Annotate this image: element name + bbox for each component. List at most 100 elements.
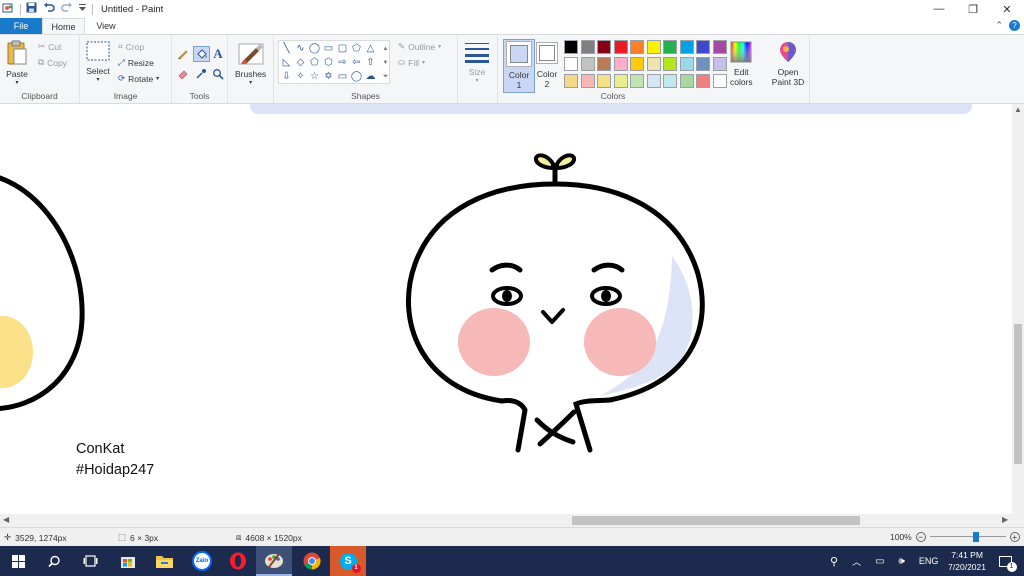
paint-brush-icon[interactable] (256, 546, 292, 576)
shapes-scroll-up-icon[interactable]: ▲ (379, 42, 392, 55)
crop-button[interactable]: ⌗ Crop (118, 41, 144, 52)
shapes-more-icon[interactable]: ⏷ (379, 70, 392, 83)
palette-swatch[interactable] (679, 74, 694, 88)
palette-swatch[interactable] (580, 40, 595, 54)
undo-icon[interactable] (43, 2, 55, 16)
rotate-button[interactable]: ⟳ Rotate ▾ (118, 73, 159, 84)
close-button[interactable]: ✕ (990, 0, 1024, 18)
color2-button[interactable]: Color 2 (536, 39, 558, 89)
text-tool-icon[interactable]: A (211, 46, 225, 61)
drawing-canvas[interactable]: ConKat #Hoidap247 (0, 104, 1012, 514)
shapes-scroll-down-icon[interactable]: ▼ (379, 56, 392, 69)
color1-button[interactable]: Color 1 (503, 39, 535, 93)
pencil-icon[interactable] (176, 47, 190, 61)
palette-swatch[interactable] (630, 57, 644, 71)
palette-swatch[interactable] (679, 40, 694, 54)
palette-swatch[interactable] (597, 40, 611, 54)
scroll-left-arrow-icon[interactable]: ◀ (3, 515, 9, 524)
search-icon[interactable] (36, 546, 72, 576)
zoom-slider[interactable] (929, 532, 1006, 542)
palette-swatch[interactable] (613, 57, 628, 71)
people-icon[interactable]: ⚲ (830, 555, 838, 568)
eraser-icon[interactable] (176, 67, 190, 81)
brushes-button[interactable]: Brushes ▾ (235, 40, 266, 86)
vertical-scrollbar[interactable]: ▲ (1012, 104, 1024, 514)
rounded-rectangle-shape-icon[interactable]: ▢ (336, 42, 349, 55)
zoom-slider-thumb[interactable] (973, 532, 980, 542)
palette-swatch[interactable] (580, 74, 595, 88)
diamond-shape-icon[interactable]: ◇ (294, 56, 307, 69)
palette-swatch[interactable] (712, 40, 727, 54)
palette-swatch[interactable] (646, 40, 661, 54)
oval-shape-icon[interactable]: ◯ (308, 42, 321, 55)
palette-swatch[interactable] (630, 74, 644, 88)
palette-swatch[interactable] (663, 40, 677, 54)
maximize-button[interactable]: ❐ (956, 0, 990, 18)
customize-icon[interactable] (79, 3, 86, 15)
help-icon[interactable]: ? (1009, 20, 1020, 31)
down-arrow-shape-icon[interactable]: ⇩ (280, 70, 293, 83)
four-point-star-shape-icon[interactable]: ✧ (294, 70, 307, 83)
task-view-icon[interactable] (72, 546, 108, 576)
outline-button[interactable]: ✎ Outline ▾ (398, 41, 441, 52)
triangle-shape-icon[interactable]: △ (364, 42, 377, 55)
fill-button[interactable]: ⛀ Fill ▾ (398, 57, 425, 68)
palette-swatch[interactable] (580, 57, 595, 71)
palette-swatch[interactable] (597, 74, 611, 88)
skype-icon[interactable]: S1 (330, 546, 366, 576)
palette-swatch[interactable] (564, 40, 578, 54)
palette-swatch[interactable] (646, 74, 661, 88)
copy-button[interactable]: ⧉ Copy (38, 57, 67, 68)
palette-swatch[interactable] (646, 57, 661, 71)
palette-swatch[interactable] (630, 40, 644, 54)
zoom-in-icon[interactable]: + (1009, 532, 1020, 542)
palette-swatch[interactable] (663, 57, 677, 71)
palette-swatch[interactable] (613, 40, 628, 54)
palette-swatch[interactable] (564, 74, 578, 88)
fill-bucket-icon[interactable] (193, 46, 210, 62)
palette-swatch[interactable] (696, 74, 710, 88)
size-button[interactable]: Size ▾ (464, 41, 490, 84)
volume-icon[interactable]: 🕪 (899, 556, 905, 567)
file-explorer-icon[interactable] (146, 546, 182, 576)
line-shape-icon[interactable]: ╲ (280, 42, 293, 55)
scroll-up-arrow-icon[interactable]: ▲ (1014, 105, 1022, 114)
windows-start-icon[interactable] (0, 546, 36, 576)
oval-callout-shape-icon[interactable]: ◯ (350, 70, 363, 83)
polygon-shape-icon[interactable]: ⬠ (350, 42, 363, 55)
resize-button[interactable]: ⤢ Resize (118, 57, 154, 68)
magnifier-icon[interactable] (211, 67, 225, 81)
right-arrow-shape-icon[interactable]: ⇨ (336, 56, 349, 69)
palette-swatch[interactable] (613, 74, 628, 88)
show-hidden-icons-icon[interactable]: ︿ (852, 555, 861, 568)
palette-swatch[interactable] (696, 57, 710, 71)
rectangle-shape-icon[interactable]: ▭ (322, 42, 335, 55)
pentagon-shape-icon[interactable]: ⬠ (308, 56, 321, 69)
left-arrow-shape-icon[interactable]: ⇦ (350, 56, 363, 69)
right-triangle-shape-icon[interactable]: ◺ (280, 56, 293, 69)
language-indicator[interactable]: ENG (919, 556, 939, 566)
rounded-callout-shape-icon[interactable]: ▭ (336, 70, 349, 83)
scroll-right-arrow-icon[interactable]: ▶ (1002, 515, 1008, 524)
palette-swatch[interactable] (679, 57, 694, 71)
color-picker-icon[interactable] (194, 67, 208, 81)
save-icon[interactable] (26, 2, 37, 16)
palette-swatch[interactable] (696, 40, 710, 54)
palette-swatch[interactable] (597, 57, 611, 71)
store-icon[interactable] (110, 546, 146, 576)
collapse-ribbon-icon[interactable]: ⌃ (995, 20, 1003, 31)
zoom-out-icon[interactable]: − (915, 532, 926, 542)
horizontal-scroll-thumb[interactable] (572, 516, 860, 525)
chrome-icon[interactable] (294, 546, 330, 576)
vertical-scroll-thumb[interactable] (1014, 324, 1022, 464)
select-button[interactable]: Select ▾ (86, 41, 110, 83)
five-point-star-shape-icon[interactable]: ☆ (308, 70, 321, 83)
palette-swatch[interactable] (712, 57, 727, 71)
tab-home[interactable]: Home (42, 18, 85, 34)
paint-app-icon[interactable] (2, 2, 14, 17)
cloud-callout-shape-icon[interactable]: ☁ (364, 70, 377, 83)
clock[interactable]: 7:41 PM 7/20/2021 (948, 549, 986, 573)
redo-icon[interactable] (61, 2, 73, 16)
notifications-button[interactable]: 1 (994, 546, 1017, 576)
up-arrow-shape-icon[interactable]: ⇧ (364, 56, 377, 69)
